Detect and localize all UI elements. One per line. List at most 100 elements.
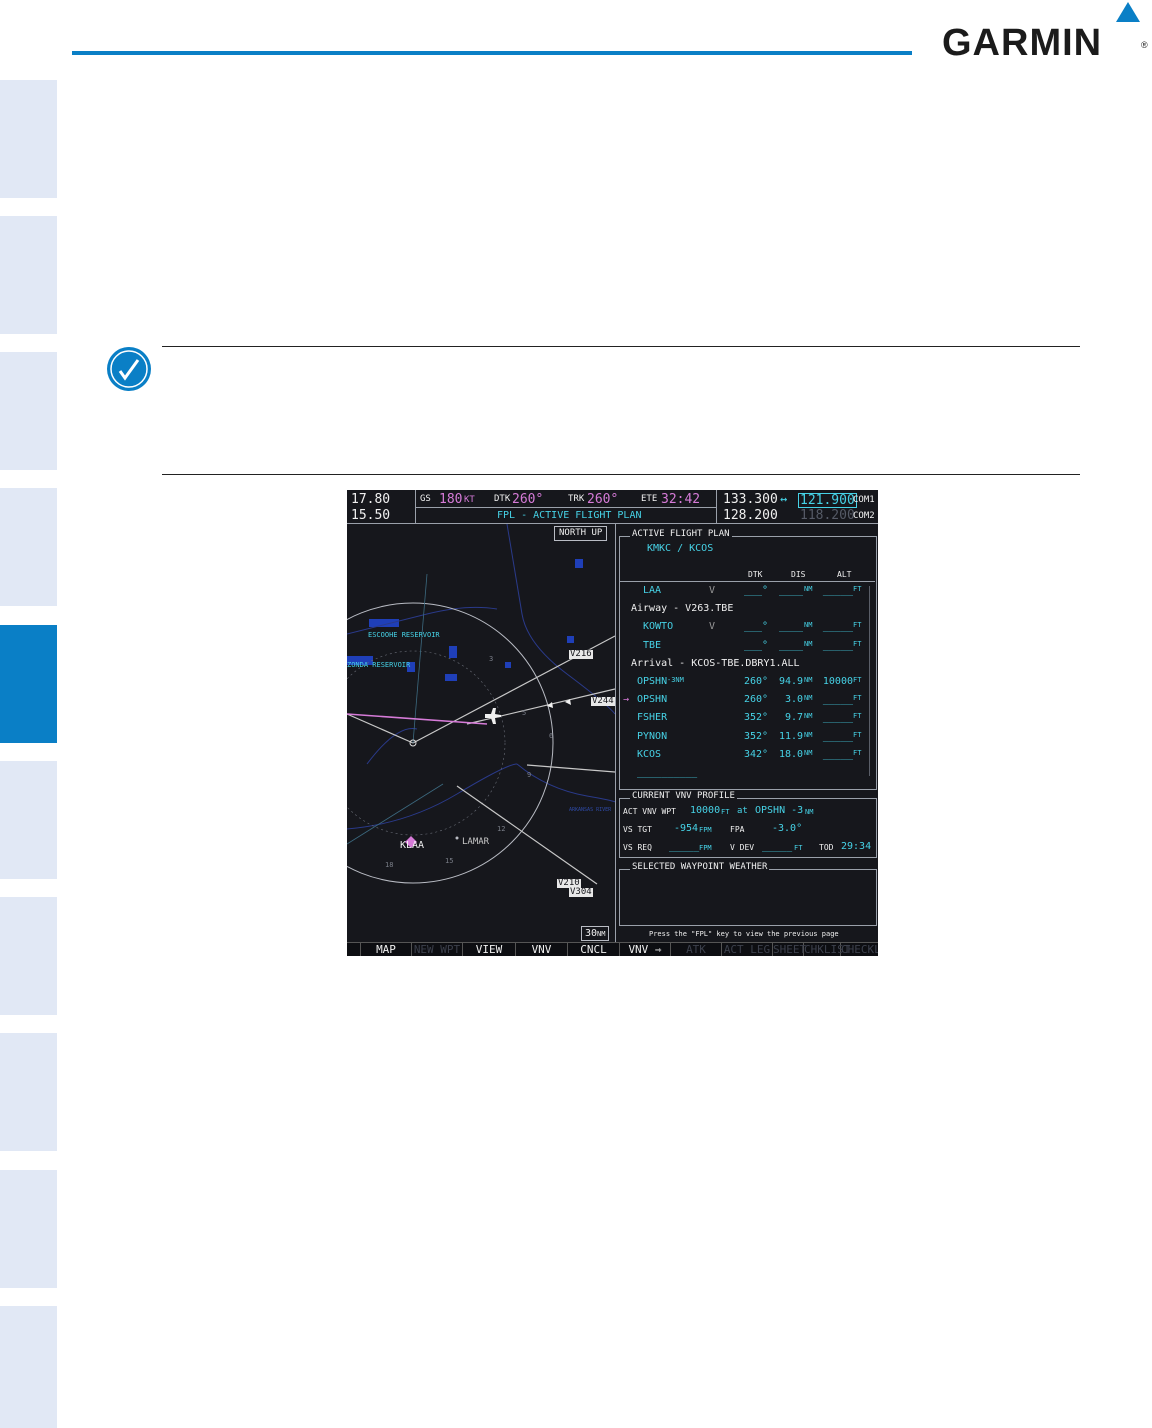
vnv-vdev-unit: FT: [794, 844, 803, 852]
fpl-leg-header: Arrival - KCOS-TBE.DBRY1.ALL: [631, 658, 800, 669]
trk-value: 260°: [587, 492, 619, 507]
fpl-col-dis: DIS: [791, 570, 806, 579]
com1-label: COM1: [853, 495, 875, 505]
fpl-dis: ____: [779, 585, 804, 596]
index-tab-7[interactable]: [0, 897, 57, 1015]
index-tab-9[interactable]: [0, 1170, 57, 1288]
note-bottom-rule: [162, 474, 1080, 475]
vnv-fpa-value: -3.0°: [772, 823, 803, 834]
vnv-act-alt: 10000: [690, 805, 721, 816]
fpl-waypoint-name: PYNON: [637, 731, 668, 742]
wx-box: [619, 869, 877, 926]
com1-active[interactable]: 133.300: [723, 493, 778, 506]
swap-arrow-icon[interactable]: ↔: [780, 493, 787, 505]
panel-divider: [615, 524, 616, 942]
fpl-dtk: 352°: [744, 731, 769, 742]
fpl-route: KMKC / KCOS: [647, 543, 714, 554]
fpl-dis-unit: NM: [804, 712, 813, 720]
com1-standby[interactable]: 121.900: [798, 493, 857, 508]
softkey-chklist[interactable]: CHKLIST: [804, 943, 850, 956]
com2-standby[interactable]: 118.200: [800, 509, 855, 522]
index-tab-3[interactable]: [0, 352, 57, 470]
fpl-alt-unit: FT: [853, 640, 862, 648]
com2-label: COM2: [853, 511, 875, 521]
fpl-scrollbar[interactable]: [869, 586, 870, 776]
map-orientation[interactable]: NORTH UP: [554, 526, 608, 541]
fpl-header-rule: [620, 581, 875, 582]
index-tab-8[interactable]: [0, 1033, 57, 1151]
fpl-dis-unit: NM: [804, 640, 813, 648]
ete-label: ETE: [641, 494, 658, 504]
fpl-dis: 18.0: [779, 749, 804, 760]
fpl-alt-unit: FT: [853, 694, 862, 702]
index-tab-5-active[interactable]: [0, 625, 57, 743]
vnv-vs-tgt-value: -954: [674, 823, 699, 834]
fpl-alt: _____: [822, 585, 853, 596]
vnv-act-wpt-unit: NM: [805, 808, 814, 816]
softkey-checklist[interactable]: CHECKLIST: [841, 943, 878, 956]
softkey-atk-ofst[interactable]: ATK OFST: [671, 943, 722, 956]
map-label-river: ARKANSAS RIVER: [569, 807, 612, 813]
index-tab-2[interactable]: [0, 216, 57, 334]
fpl-alt-unit: FT: [853, 712, 862, 720]
nav1-frequency: 17.80: [351, 492, 391, 507]
map-ring-label-15: 15: [445, 857, 454, 865]
softkey-new-wpt[interactable]: NEW WPT: [412, 943, 463, 956]
vnv-vs-tgt-label: VS TGT: [623, 825, 652, 834]
gs-value: 180: [439, 492, 463, 507]
com2-active[interactable]: 128.200: [723, 509, 778, 522]
fpl-dis: 94.9: [779, 676, 804, 687]
map-label-town: LAMAR: [462, 837, 490, 847]
header-rule: [72, 51, 912, 55]
map-ring-label-3: 3: [489, 655, 494, 663]
dtk-label: DTK: [494, 494, 511, 504]
vnv-section-title: CURRENT VNV PROFILE: [630, 791, 737, 801]
page-title: FPL - ACTIVE FLIGHT PLAN: [497, 510, 642, 521]
map-range[interactable]: 30NM: [581, 926, 610, 941]
fpl-section-title: ACTIVE FLIGHT PLAN: [630, 529, 732, 539]
fpl-dtk: ___°: [744, 640, 769, 651]
softkey-vnv-prof[interactable]: VNV PROF: [516, 943, 568, 956]
softkey-view[interactable]: VIEW: [463, 943, 516, 956]
vnv-vs-req-label: VS REQ: [623, 843, 652, 852]
note-top-rule: [162, 346, 1080, 347]
fpl-dtk: ___°: [744, 621, 769, 632]
softkey-act-leg[interactable]: ACT LEG: [722, 943, 773, 956]
vnv-vs-req-unit: FPM: [699, 844, 712, 852]
fpl-waypoint-name: FSHER: [637, 712, 668, 723]
softkey-1[interactable]: [347, 943, 361, 956]
map-ring-label-9: 9: [527, 771, 532, 779]
map-ring-label-5: 5: [522, 709, 527, 717]
softkey-sheet[interactable]: SHEET: [773, 943, 806, 956]
garmin-logo-triangle-icon: [1116, 2, 1140, 22]
softkey-vnv-direct[interactable]: VNV ⇾: [620, 943, 671, 956]
vnv-act-at: at: [737, 806, 748, 816]
index-tab-10[interactable]: [0, 1306, 57, 1428]
map-ring-label-6: 6: [549, 732, 554, 740]
index-tab-4[interactable]: [0, 488, 57, 606]
fpl-waypoint-name: __________: [637, 767, 698, 778]
fpl-dis: 3.0: [784, 694, 803, 705]
map-label-reservoir1: ESCOOHE RESERVOIR: [368, 631, 440, 639]
map-label-airport[interactable]: KLAA: [400, 841, 424, 851]
map-label-airway-v304: V304: [569, 887, 593, 897]
vnv-vs-tgt-unit: FPM: [699, 826, 712, 834]
fpl-dis-unit: NM: [804, 694, 813, 702]
map-label-airway-v244: V244: [591, 696, 615, 706]
fpl-alt: 10000: [822, 676, 853, 687]
index-tab-6[interactable]: [0, 761, 57, 879]
fpl-alt-unit: FT: [853, 676, 862, 684]
softkey-cncl-vnv[interactable]: CNCL VNV: [568, 943, 620, 956]
fpl-alt: _____: [822, 749, 853, 760]
index-tab-1[interactable]: [0, 80, 57, 198]
fpl-dtk: 342°: [744, 749, 769, 760]
fpl-waypoint-name: KCOS: [637, 749, 662, 760]
ete-value: 32:42: [661, 492, 701, 507]
map-ring-label-18: 18: [385, 861, 394, 869]
fpl-alt: _____: [822, 694, 853, 705]
gs-label: GS: [420, 494, 431, 504]
fpl-col-dtk: DTK: [748, 570, 763, 579]
softkey-map[interactable]: MAP: [361, 943, 412, 956]
vnv-act-alt-unit: FT: [721, 808, 730, 816]
trk-label: TRK: [568, 494, 585, 504]
